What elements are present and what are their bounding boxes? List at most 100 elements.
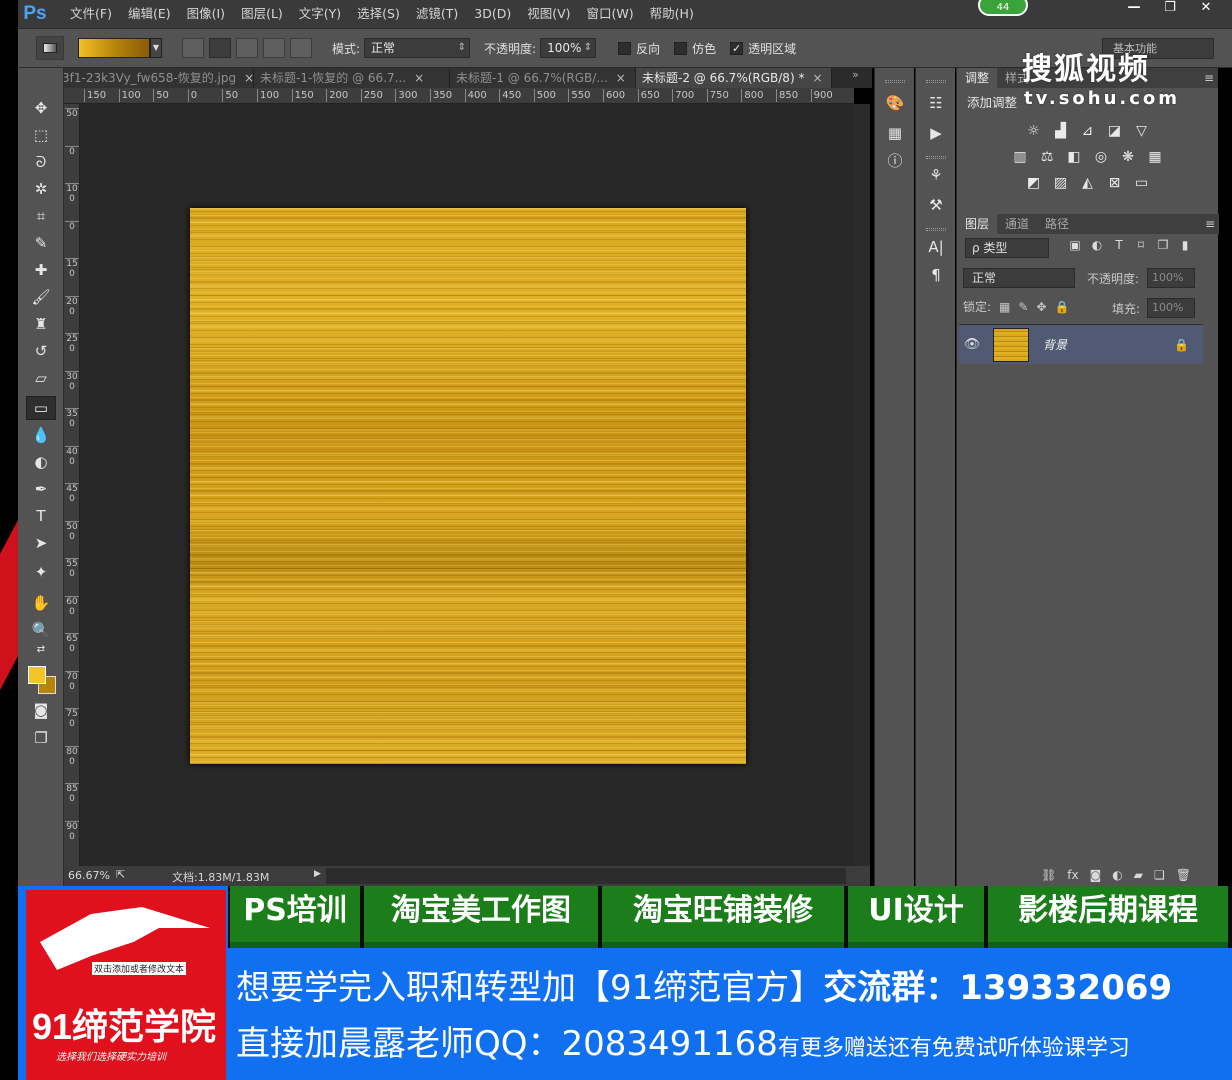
tab-channels[interactable]: 通道 (997, 214, 1037, 234)
layer-filter-select[interactable]: ρ 类型 (965, 238, 1049, 258)
new-layer-icon[interactable]: ❏ (1154, 868, 1165, 882)
vibrance-icon[interactable]: ▽ (1132, 121, 1152, 141)
marquee-tool-icon[interactable]: ⬚ (26, 123, 56, 147)
transparency-checkbox[interactable]: ✓ (730, 41, 744, 55)
curves-icon[interactable]: ⊿ (1078, 121, 1098, 141)
dodge-tool-icon[interactable]: ◐ (26, 450, 56, 474)
panel-menu-icon[interactable]: ≡ (1205, 214, 1215, 234)
radial-gradient-button[interactable] (209, 38, 231, 58)
tab-doc-1[interactable]: 3f1-23k3Vy_fw658-恢复的.jpg × (56, 68, 254, 88)
zoom-tool-icon[interactable]: 🔍 (26, 618, 56, 642)
brush-tool-icon[interactable]: 🖌 (26, 285, 56, 309)
tab-adjustments[interactable]: 调整 (957, 68, 998, 88)
panel-grip[interactable] (926, 156, 946, 159)
menu-type[interactable]: 文字(Y) (291, 0, 349, 28)
status-menu-icon[interactable]: ▶ (314, 869, 321, 879)
shape-tool-icon[interactable]: ✦ (26, 560, 56, 584)
smart-object-filter-icon[interactable]: ❐ (1155, 238, 1171, 252)
add-mask-icon[interactable]: ◙ (1090, 868, 1102, 882)
layer-name[interactable]: 背景 (1043, 336, 1067, 353)
layer-row[interactable]: 👁 背景 🔒 (959, 324, 1203, 364)
path-selection-tool-icon[interactable]: ➤ (26, 531, 56, 555)
actions-panel-icon[interactable]: ▶ (924, 122, 948, 144)
minimize-button[interactable]: — (1118, 0, 1150, 18)
brush-presets-icon[interactable]: ⚘ (924, 164, 948, 186)
brightness-icon[interactable]: ☼ (1024, 121, 1044, 141)
lasso-tool-icon[interactable]: ᘐ (26, 150, 56, 174)
new-group-icon[interactable]: ▰ (1134, 868, 1143, 882)
gradient-picker[interactable] (78, 38, 150, 58)
shape-filter-icon[interactable]: ⌑ (1133, 238, 1149, 252)
screen-mode-icon[interactable]: ❐ (26, 726, 56, 750)
color-panel-icon[interactable]: 🎨 (883, 92, 907, 114)
eyedropper-tool-icon[interactable]: ✎ (26, 231, 56, 255)
swap-colors-icon[interactable]: ⇄ (26, 642, 56, 656)
dither-checkbox[interactable] (674, 41, 688, 55)
layer-opacity-field[interactable]: 100% (1147, 268, 1195, 288)
menu-select[interactable]: 选择(S) (349, 0, 408, 28)
zoom-level[interactable]: 66.67% (68, 869, 110, 882)
lock-position-icon[interactable]: ✥ (1036, 300, 1046, 314)
pen-tool-icon[interactable]: ✒ (26, 477, 56, 501)
horizontal-scrollbar[interactable] (326, 868, 846, 884)
stamp-tool-icon[interactable]: ♜ (26, 312, 56, 336)
tab-doc-4[interactable]: 未标题-2 @ 66.7%(RGB/8) * × (636, 68, 832, 88)
pixel-filter-icon[interactable]: ▣ (1067, 238, 1083, 252)
menu-edit[interactable]: 编辑(E) (120, 0, 179, 28)
menu-3d[interactable]: 3D(D) (466, 0, 519, 28)
fill-field[interactable]: 100% (1147, 298, 1195, 318)
channel-mixer-icon[interactable]: ❋ (1118, 147, 1138, 167)
foreground-color[interactable] (28, 666, 46, 684)
close-icon[interactable]: × (616, 71, 626, 85)
color-balance-icon[interactable]: ⚖ (1037, 147, 1057, 167)
menu-window[interactable]: 窗口(W) (579, 0, 642, 28)
close-button[interactable]: ✕ (1190, 0, 1222, 18)
vertical-scrollbar[interactable] (854, 104, 870, 866)
export-icon[interactable]: ⇱ (116, 868, 125, 881)
menu-file[interactable]: 文件(F) (62, 0, 120, 28)
lock-transparent-icon[interactable]: ▦ (999, 300, 1010, 314)
tab-doc-2[interactable]: 未标题-1-恢复的 @ 66.7... × (254, 68, 450, 88)
magic-wand-tool-icon[interactable]: ✲ (26, 177, 56, 201)
type-filter-icon[interactable]: T (1111, 238, 1127, 252)
gradient-map-icon[interactable]: ▭ (1132, 173, 1152, 193)
filter-toggle-icon[interactable]: ▮ (1177, 238, 1193, 252)
layer-style-icon[interactable]: fx (1067, 868, 1078, 882)
history-panel-icon[interactable]: ☷ (924, 92, 948, 114)
tab-doc-3[interactable]: 未标题-1 @ 66.7%(RGB/... × (450, 68, 636, 88)
healing-brush-tool-icon[interactable]: ✚ (26, 258, 56, 282)
close-icon[interactable]: × (812, 71, 822, 85)
tool-presets-icon[interactable]: ⚒ (924, 194, 948, 216)
blur-tool-icon[interactable]: 💧 (26, 423, 56, 447)
history-brush-tool-icon[interactable]: ↺ (26, 339, 56, 363)
close-icon[interactable]: × (244, 71, 253, 85)
color-lookup-icon[interactable]: ▦ (1145, 147, 1165, 167)
eraser-tool-icon[interactable]: ▱ (26, 366, 56, 390)
reverse-checkbox[interactable] (618, 41, 632, 55)
swatches-panel-icon[interactable]: ▦ (883, 122, 907, 144)
quick-mask-icon[interactable]: ◙ (26, 698, 56, 722)
close-icon[interactable]: × (414, 71, 424, 85)
photo-filter-icon[interactable]: ◎ (1091, 147, 1111, 167)
black-white-icon[interactable]: ◧ (1064, 147, 1084, 167)
canvas-area[interactable] (80, 104, 854, 866)
adjustment-filter-icon[interactable]: ◐ (1089, 238, 1105, 252)
restore-button[interactable]: ❐ (1154, 0, 1186, 18)
selective-color-icon[interactable]: ⊠ (1105, 173, 1125, 193)
gradient-tool-preset-icon[interactable] (36, 36, 64, 60)
levels-icon[interactable]: ▟ (1051, 121, 1071, 141)
new-adjustment-icon[interactable]: ◐ (1112, 868, 1122, 882)
document-canvas[interactable] (190, 208, 746, 764)
angle-gradient-button[interactable] (236, 38, 258, 58)
invert-icon[interactable]: ◩ (1024, 173, 1044, 193)
panel-grip[interactable] (885, 80, 905, 83)
move-tool-icon[interactable]: ✥ (26, 96, 56, 120)
tab-paths[interactable]: 路径 (1037, 214, 1077, 234)
type-tool-icon[interactable]: T (26, 504, 56, 528)
gradient-tool-icon[interactable]: ▭ (26, 396, 56, 420)
panel-menu-icon[interactable]: ≡ (1204, 68, 1214, 88)
gradient-dropdown-icon[interactable]: ▼ (150, 38, 162, 58)
hand-tool-icon[interactable]: ✋ (26, 591, 56, 615)
diamond-gradient-button[interactable] (290, 38, 312, 58)
opacity-field[interactable]: 100% (540, 38, 597, 58)
